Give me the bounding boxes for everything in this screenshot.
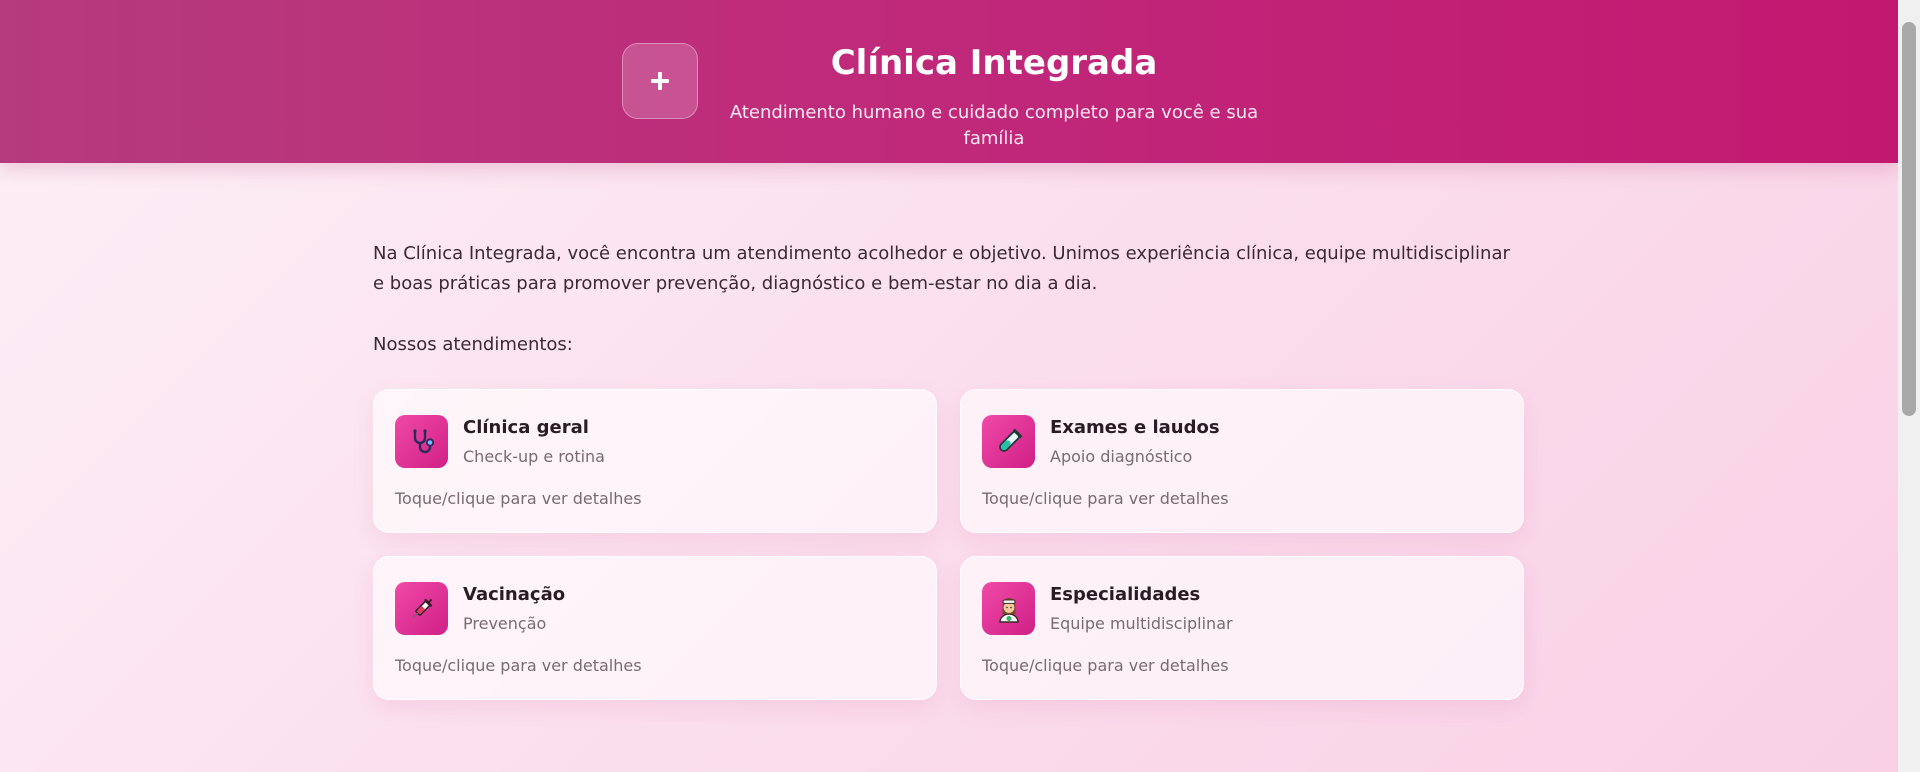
service-icon-tile <box>395 582 448 635</box>
service-icon-tile <box>982 582 1035 635</box>
scrollbar-thumb[interactable] <box>1902 22 1916 416</box>
service-card-especialidades[interactable]: Especialidades Equipe multidisciplinar T… <box>960 556 1524 700</box>
page-viewport: Clínica Integrada Atendimento humano e c… <box>0 0 1898 772</box>
service-card-clinica-geral[interactable]: Clínica geral Check-up e rotina Toque/cl… <box>373 389 937 533</box>
service-icon-tile <box>982 415 1035 468</box>
service-card-exames-laudos[interactable]: Exames e laudos Apoio diagnóstico Toque/… <box>960 389 1524 533</box>
service-card-title: Exames e laudos <box>1050 417 1220 438</box>
site-header: Clínica Integrada Atendimento humano e c… <box>0 0 1898 163</box>
service-icon-tile <box>395 415 448 468</box>
site-subtitle: Atendimento humano e cuidado completo pa… <box>729 102 1259 149</box>
service-card-hint: Toque/clique para ver detalhes <box>982 489 1229 508</box>
service-card-subtitle: Check-up e rotina <box>463 447 605 466</box>
service-card-subtitle: Equipe multidisciplinar <box>1050 614 1233 633</box>
health-worker-icon <box>998 597 1019 623</box>
syringe-icon <box>411 598 432 619</box>
service-card-subtitle: Prevenção <box>463 614 547 633</box>
site-title: Clínica Integrada <box>830 43 1158 83</box>
service-card-hint: Toque/clique para ver detalhes <box>982 656 1229 675</box>
service-card-hint: Toque/clique para ver detalhes <box>395 489 642 508</box>
stethoscope-icon <box>412 428 434 453</box>
service-card-title: Vacinação <box>463 584 566 605</box>
service-card-subtitle: Apoio diagnóstico <box>1050 447 1193 466</box>
service-card-title: Especialidades <box>1050 584 1201 605</box>
service-card-vacinacao[interactable]: Vacinação Prevenção Toque/clique para ve… <box>373 556 937 700</box>
services-heading: Nossos atendimentos: <box>373 334 573 355</box>
logo-badge <box>622 43 698 119</box>
service-card-title: Clínica geral <box>463 417 589 438</box>
page-scrollbar[interactable] <box>1898 0 1920 772</box>
plus-icon <box>651 72 669 90</box>
service-card-hint: Toque/clique para ver detalhes <box>395 656 642 675</box>
test-tube-icon <box>998 428 1022 452</box>
intro-paragraph: Na Clínica Integrada, você encontra um a… <box>373 243 1510 294</box>
